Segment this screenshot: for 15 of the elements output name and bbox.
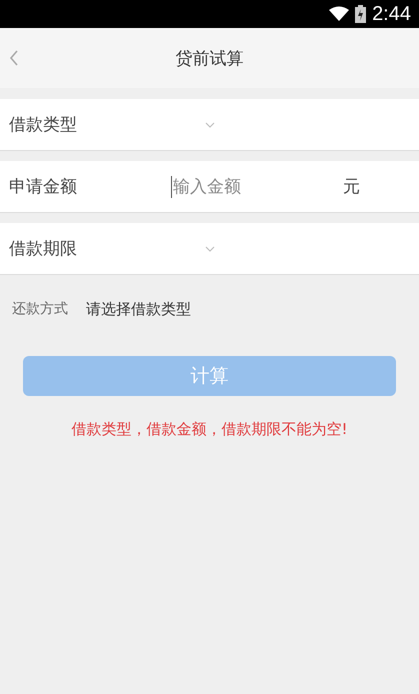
field-label: 借款类型 <box>9 114 78 136</box>
repayment-label: 还款方式 <box>12 300 68 318</box>
chevron-down-icon <box>205 246 215 252</box>
battery-icon <box>355 5 366 23</box>
amount-input[interactable]: 输入金额 <box>171 176 323 198</box>
repayment-value: 请选择借款类型 <box>86 300 191 318</box>
chevron-down-icon <box>205 122 215 128</box>
field-label: 申请金额 <box>9 176 78 198</box>
back-icon[interactable] <box>9 50 19 66</box>
field-label: 借款期限 <box>9 238 78 260</box>
unit-label: 元 <box>343 176 360 198</box>
error-message: 借款类型，借款金额，借款期限不能为空! <box>70 420 348 439</box>
page-title: 贷前试算 <box>174 48 244 70</box>
wifi-icon <box>329 6 350 22</box>
status-time: 2:44 <box>372 2 411 26</box>
